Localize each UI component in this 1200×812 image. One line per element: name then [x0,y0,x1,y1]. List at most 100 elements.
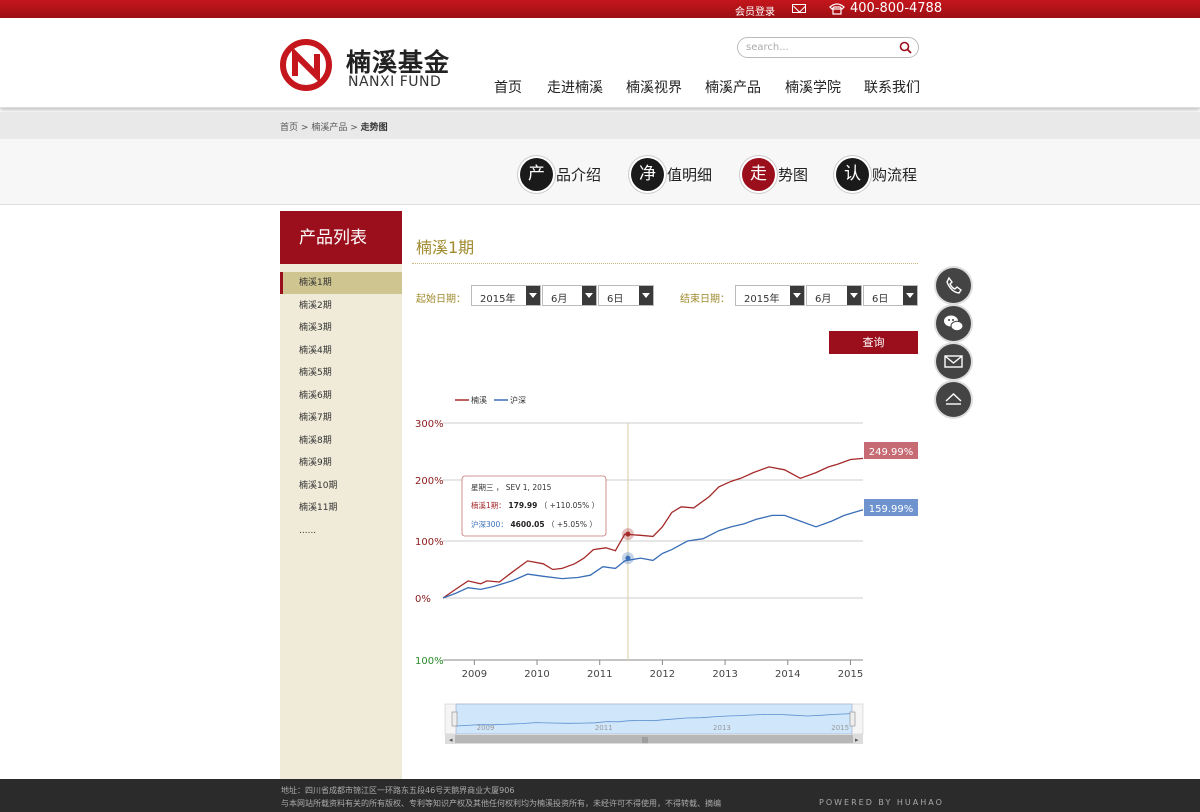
nav-contact[interactable]: 联系我们 [864,77,920,97]
navigator-tick-label: 2015 [831,724,849,732]
sidebar-item-7[interactable]: 楠溪7期 [280,407,402,429]
chart-tooltip: 星期三 ， SEV 1, 2015 楠溪1期： 179.99 （ +110.05%… [461,475,607,537]
end-day-select[interactable]: 6日 [863,285,918,306]
sidebar-item-8[interactable]: 楠溪8期 [280,430,402,452]
x-tick-label: 2012 [650,669,675,680]
chevron-down-icon [582,286,596,305]
chevron-down-icon [526,286,540,305]
subnav-circle: 净 [631,158,664,191]
select-value: 6日 [607,294,624,305]
mail-icon[interactable] [792,4,806,13]
nanxi-logo-icon[interactable] [279,38,333,92]
sidebar-item-more[interactable]: ...... [280,520,402,542]
subnav-label: 值明细 [667,166,713,184]
breadcrumb: 首页 > 楠溪产品 > 走势图 [280,120,388,133]
subnav-circle: 走 [742,158,775,191]
subnav-circle: 认 [836,158,869,191]
sidebar-item-10[interactable]: 楠溪10期 [280,475,402,497]
end-year-select[interactable]: 2015年 [735,285,805,306]
sidebar-item-1[interactable]: 楠溪1期 [280,272,402,294]
breadcrumb-band: 首页 > 楠溪产品 > 走势图 [0,112,1200,139]
x-tick-label: 2009 [462,669,487,680]
top-bar: 会员登录 400-800-4788 [0,0,1200,18]
sidebar-title: 产品列表 [280,211,402,264]
legend-label-hushen: 沪深 [510,395,526,405]
legend-label-nanxi: 楠溪 [471,395,487,405]
y-tick-label: 200% [415,476,444,487]
product-subnav: 产 品介绍 净 值明细 走 势图 认 购流程 [0,139,1200,205]
query-button[interactable]: 查询 [829,331,918,354]
nav-about[interactable]: 走进楠溪 [547,77,603,97]
nav-vision[interactable]: 楠溪视界 [626,77,682,97]
start-day-select[interactable]: 6日 [598,285,654,306]
tooltip-change-nanxi: （ +110.05% ） [537,501,599,510]
x-tick-label: 2014 [775,669,800,680]
marker-dot-hushen [625,555,631,561]
wechat-icon [944,315,964,332]
breadcrumb-products[interactable]: 楠溪产品 [311,123,347,133]
sidebar-item-11[interactable]: 楠溪11期 [280,497,402,519]
x-tick-label: 2010 [524,669,549,680]
y-tick-label: 100% [415,656,444,667]
nav-academy[interactable]: 楠溪学院 [785,77,841,97]
search-input[interactable] [746,40,896,55]
footer-powered-by[interactable]: POWERED BY HUAHAO [819,798,944,807]
tooltip-date: 星期三 ， SEV 1, 2015 [471,483,552,492]
email-tool-button[interactable] [936,344,971,379]
breadcrumb-home[interactable]: 首页 [280,123,298,133]
sidebar-item-3[interactable]: 楠溪3期 [280,317,402,339]
range-navigator[interactable]: 2009 2011 2013 2015 ◂ ▸ ||| [444,703,864,744]
sidebar-item-5[interactable]: 楠溪5期 [280,362,402,384]
subnav-label: 品介绍 [556,166,602,184]
tooltip-line-nanxi: 楠溪1期： 179.99 （ +110.05% ） [471,500,599,510]
navigator-handle-left [451,711,458,727]
tooltip-label-nanxi: 楠溪1期： [471,500,506,510]
start-year-select[interactable]: 2015年 [471,285,541,306]
sidebar-item-2[interactable]: 楠溪2期 [280,295,402,317]
title-divider [412,263,918,264]
select-value: 6日 [872,294,889,305]
back-to-top-button[interactable] [936,382,971,417]
mail-icon [944,355,963,368]
scroll-grip-icon: ||| [642,737,648,744]
sidebar-item-4[interactable]: 楠溪4期 [280,340,402,362]
navigator-tick-label: 2011 [595,724,613,732]
subnav-label: 势图 [778,166,809,184]
start-month-select[interactable]: 6月 [542,285,597,306]
x-tick-label: 2013 [712,669,737,680]
wechat-tool-button[interactable] [936,306,971,341]
select-value: 2015年 [480,294,516,305]
scroll-left-icon: ◂ [449,736,453,744]
breadcrumb-current: 走势图 [360,123,388,133]
chevron-down-icon [903,286,917,305]
nav-products[interactable]: 楠溪产品 [705,77,761,97]
search-icon[interactable] [899,41,912,54]
chart-grid [443,422,863,661]
sidebar-item-6[interactable]: 楠溪6期 [280,385,402,407]
navigator-tick-label: 2009 [477,724,495,732]
footer-copyright: 与本网站所载资料有关的所有版权、专利等知识产权及其他任何权利均为楠溪投资所有，未… [281,799,721,808]
product-list-sidebar: 产品列表 楠溪1期 楠溪2期 楠溪3期 楠溪4期 楠溪5期 楠溪6期 楠溪7期 … [280,211,402,779]
end-month-select[interactable]: 6月 [806,285,862,306]
chevron-down-icon [639,286,653,305]
navigator-selection [455,703,853,735]
phone-tool-button[interactable] [936,268,971,303]
sidebar-item-9[interactable]: 楠溪9期 [280,452,402,474]
chevron-down-icon [790,286,804,305]
tooltip-value-nanxi: 179.99 [506,501,538,510]
chevron-down-icon [847,286,861,305]
series-end-labels: 249.99% 159.99% [864,442,918,516]
marker-dot-nanxi [625,531,631,537]
end-date-label: 结束日期： [680,294,730,305]
member-login-link[interactable]: 会员登录 [735,3,775,18]
nav-home[interactable]: 首页 [494,77,522,97]
navigator-tick-label: 2013 [713,724,731,732]
trend-chart: 楠溪 沪深 300% 200% 100% 0% 100% 2009 2010 2011 2012… [415,395,918,744]
select-value: 6月 [815,294,832,305]
x-tick-label: 2015 [838,669,863,680]
logo-english-name: NANXI FUND [348,74,442,90]
navigator-handle-right [849,711,856,727]
breadcrumb-separator: > [300,123,309,133]
y-tick-label: 0% [415,594,431,605]
end-label-hushen: 159.99% [869,504,914,515]
